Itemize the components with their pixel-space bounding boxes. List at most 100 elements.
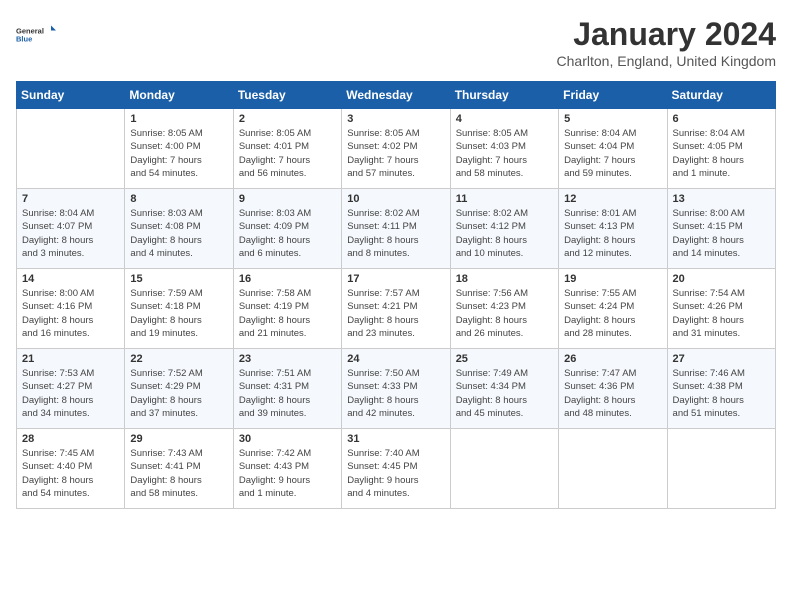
day-number: 30	[239, 433, 336, 445]
day-info: Sunrise: 8:02 AM Sunset: 4:12 PM Dayligh…	[456, 207, 553, 260]
day-cell: 21Sunrise: 7:53 AM Sunset: 4:27 PM Dayli…	[17, 349, 125, 429]
day-cell	[17, 109, 125, 189]
day-number: 25	[456, 353, 553, 365]
day-cell	[450, 429, 558, 509]
day-number: 11	[456, 193, 553, 205]
location-title: Charlton, England, United Kingdom	[557, 53, 776, 69]
day-cell: 19 Sunrise: 7:55 AM Sunset: 4:24 PM Dayli…	[559, 269, 667, 349]
day-cell: 11 Sunrise: 8:02 AM Sunset: 4:12 PM Dayli…	[450, 189, 558, 269]
day-info: Sunrise: 8:02 AM Sunset: 4:11 PM Dayligh…	[347, 207, 444, 260]
day-number: 15	[130, 273, 227, 285]
day-cell: 12 Sunrise: 8:01 AM Sunset: 4:13 PM Dayli…	[559, 189, 667, 269]
day-cell: 22 Sunrise: 7:52 AM Sunset: 4:29 PM Dayli…	[125, 349, 233, 429]
week-row: 14 Sunrise: 8:00 AM Sunset: 4:16 PM Dayli…	[17, 269, 776, 349]
day-info: Sunrise: 7:40 AM Sunset: 4:45 PM Dayligh…	[347, 447, 444, 500]
day-info: Sunrise: 8:05 AM Sunset: 4:01 PM Dayligh…	[239, 127, 336, 180]
header-cell-tuesday: Tuesday	[233, 82, 341, 109]
day-number: 10	[347, 193, 444, 205]
day-info: Sunrise: 8:05 AM Sunset: 4:00 PM Dayligh…	[130, 127, 227, 180]
day-info: Sunrise: 8:04 AM Sunset: 4:07 PM Dayligh…	[22, 207, 119, 260]
day-info: Sunrise: 7:56 AM Sunset: 4:23 PM Dayligh…	[456, 287, 553, 340]
day-number: 23	[239, 353, 336, 365]
day-info: Sunrise: 8:00 AM Sunset: 4:15 PM Dayligh…	[673, 207, 770, 260]
day-info: Sunrise: 7:54 AM Sunset: 4:26 PM Dayligh…	[673, 287, 770, 340]
day-cell: 29Sunrise: 7:43 AM Sunset: 4:41 PM Dayli…	[125, 429, 233, 509]
calendar-body: 1Sunrise: 8:05 AM Sunset: 4:00 PM Daylig…	[17, 109, 776, 509]
week-row: 7Sunrise: 8:04 AM Sunset: 4:07 PM Daylig…	[17, 189, 776, 269]
header-cell-sunday: Sunday	[17, 82, 125, 109]
day-cell: 20Sunrise: 7:54 AM Sunset: 4:26 PM Dayli…	[667, 269, 775, 349]
day-cell: 24 Sunrise: 7:50 AM Sunset: 4:33 PM Dayli…	[342, 349, 450, 429]
day-number: 22	[130, 353, 227, 365]
day-info: Sunrise: 7:50 AM Sunset: 4:33 PM Dayligh…	[347, 367, 444, 420]
day-number: 14	[22, 273, 119, 285]
day-number: 2	[239, 113, 336, 125]
day-number: 31	[347, 433, 444, 445]
day-info: Sunrise: 8:00 AM Sunset: 4:16 PM Dayligh…	[22, 287, 119, 340]
day-info: Sunrise: 7:57 AM Sunset: 4:21 PM Dayligh…	[347, 287, 444, 340]
day-cell: 9 Sunrise: 8:03 AM Sunset: 4:09 PM Daylig…	[233, 189, 341, 269]
day-number: 21	[22, 353, 119, 365]
day-number: 4	[456, 113, 553, 125]
day-number: 8	[130, 193, 227, 205]
day-number: 13	[673, 193, 770, 205]
day-cell: 6Sunrise: 8:04 AM Sunset: 4:05 PM Daylig…	[667, 109, 775, 189]
day-info: Sunrise: 8:05 AM Sunset: 4:02 PM Dayligh…	[347, 127, 444, 180]
day-info: Sunrise: 8:03 AM Sunset: 4:09 PM Dayligh…	[239, 207, 336, 260]
month-title: January 2024	[557, 16, 776, 53]
day-cell: 25 Sunrise: 7:49 AM Sunset: 4:34 PM Dayli…	[450, 349, 558, 429]
header-row: SundayMondayTuesdayWednesdayThursdayFrid…	[17, 82, 776, 109]
week-row: 1Sunrise: 8:05 AM Sunset: 4:00 PM Daylig…	[17, 109, 776, 189]
day-info: Sunrise: 7:43 AM Sunset: 4:41 PM Dayligh…	[130, 447, 227, 500]
day-info: Sunrise: 8:03 AM Sunset: 4:08 PM Dayligh…	[130, 207, 227, 260]
day-number: 27	[673, 353, 770, 365]
day-info: Sunrise: 7:42 AM Sunset: 4:43 PM Dayligh…	[239, 447, 336, 500]
day-cell: 5 Sunrise: 8:04 AM Sunset: 4:04 PM Daylig…	[559, 109, 667, 189]
day-info: Sunrise: 7:52 AM Sunset: 4:29 PM Dayligh…	[130, 367, 227, 420]
header-cell-wednesday: Wednesday	[342, 82, 450, 109]
week-row: 21Sunrise: 7:53 AM Sunset: 4:27 PM Dayli…	[17, 349, 776, 429]
day-number: 18	[456, 273, 553, 285]
day-number: 9	[239, 193, 336, 205]
header-cell-thursday: Thursday	[450, 82, 558, 109]
day-cell: 8 Sunrise: 8:03 AM Sunset: 4:08 PM Daylig…	[125, 189, 233, 269]
day-number: 19	[564, 273, 661, 285]
logo-svg: General Blue	[16, 16, 56, 54]
day-number: 5	[564, 113, 661, 125]
day-number: 12	[564, 193, 661, 205]
day-cell: 1Sunrise: 8:05 AM Sunset: 4:00 PM Daylig…	[125, 109, 233, 189]
day-info: Sunrise: 7:51 AM Sunset: 4:31 PM Dayligh…	[239, 367, 336, 420]
day-number: 3	[347, 113, 444, 125]
day-number: 16	[239, 273, 336, 285]
day-info: Sunrise: 8:04 AM Sunset: 4:04 PM Dayligh…	[564, 127, 661, 180]
day-cell: 3 Sunrise: 8:05 AM Sunset: 4:02 PM Daylig…	[342, 109, 450, 189]
day-number: 24	[347, 353, 444, 365]
day-info: Sunrise: 8:01 AM Sunset: 4:13 PM Dayligh…	[564, 207, 661, 260]
day-cell	[559, 429, 667, 509]
day-cell: 10 Sunrise: 8:02 AM Sunset: 4:11 PM Dayli…	[342, 189, 450, 269]
day-cell: 2 Sunrise: 8:05 AM Sunset: 4:01 PM Daylig…	[233, 109, 341, 189]
day-info: Sunrise: 7:49 AM Sunset: 4:34 PM Dayligh…	[456, 367, 553, 420]
header-cell-saturday: Saturday	[667, 82, 775, 109]
day-cell: 18 Sunrise: 7:56 AM Sunset: 4:23 PM Dayli…	[450, 269, 558, 349]
day-cell: 17 Sunrise: 7:57 AM Sunset: 4:21 PM Dayli…	[342, 269, 450, 349]
day-cell: 30 Sunrise: 7:42 AM Sunset: 4:43 PM Dayli…	[233, 429, 341, 509]
calendar-header: SundayMondayTuesdayWednesdayThursdayFrid…	[17, 82, 776, 109]
day-number: 26	[564, 353, 661, 365]
day-info: Sunrise: 7:59 AM Sunset: 4:18 PM Dayligh…	[130, 287, 227, 340]
day-cell: 7Sunrise: 8:04 AM Sunset: 4:07 PM Daylig…	[17, 189, 125, 269]
day-cell: 26Sunrise: 7:47 AM Sunset: 4:36 PM Dayli…	[559, 349, 667, 429]
day-number: 17	[347, 273, 444, 285]
calendar-table: SundayMondayTuesdayWednesdayThursdayFrid…	[16, 81, 776, 509]
header-cell-monday: Monday	[125, 82, 233, 109]
day-cell: 14 Sunrise: 8:00 AM Sunset: 4:16 PM Dayli…	[17, 269, 125, 349]
day-cell: 23 Sunrise: 7:51 AM Sunset: 4:31 PM Dayli…	[233, 349, 341, 429]
day-cell: 27 Sunrise: 7:46 AM Sunset: 4:38 PM Dayli…	[667, 349, 775, 429]
header: General Blue January 2024 Charlton, Engl…	[16, 16, 776, 69]
day-info: Sunrise: 7:46 AM Sunset: 4:38 PM Dayligh…	[673, 367, 770, 420]
day-info: Sunrise: 7:55 AM Sunset: 4:24 PM Dayligh…	[564, 287, 661, 340]
day-cell: 31 Sunrise: 7:40 AM Sunset: 4:45 PM Dayli…	[342, 429, 450, 509]
day-cell: 4Sunrise: 8:05 AM Sunset: 4:03 PM Daylig…	[450, 109, 558, 189]
day-number: 6	[673, 113, 770, 125]
week-row: 28Sunrise: 7:45 AM Sunset: 4:40 PM Dayli…	[17, 429, 776, 509]
